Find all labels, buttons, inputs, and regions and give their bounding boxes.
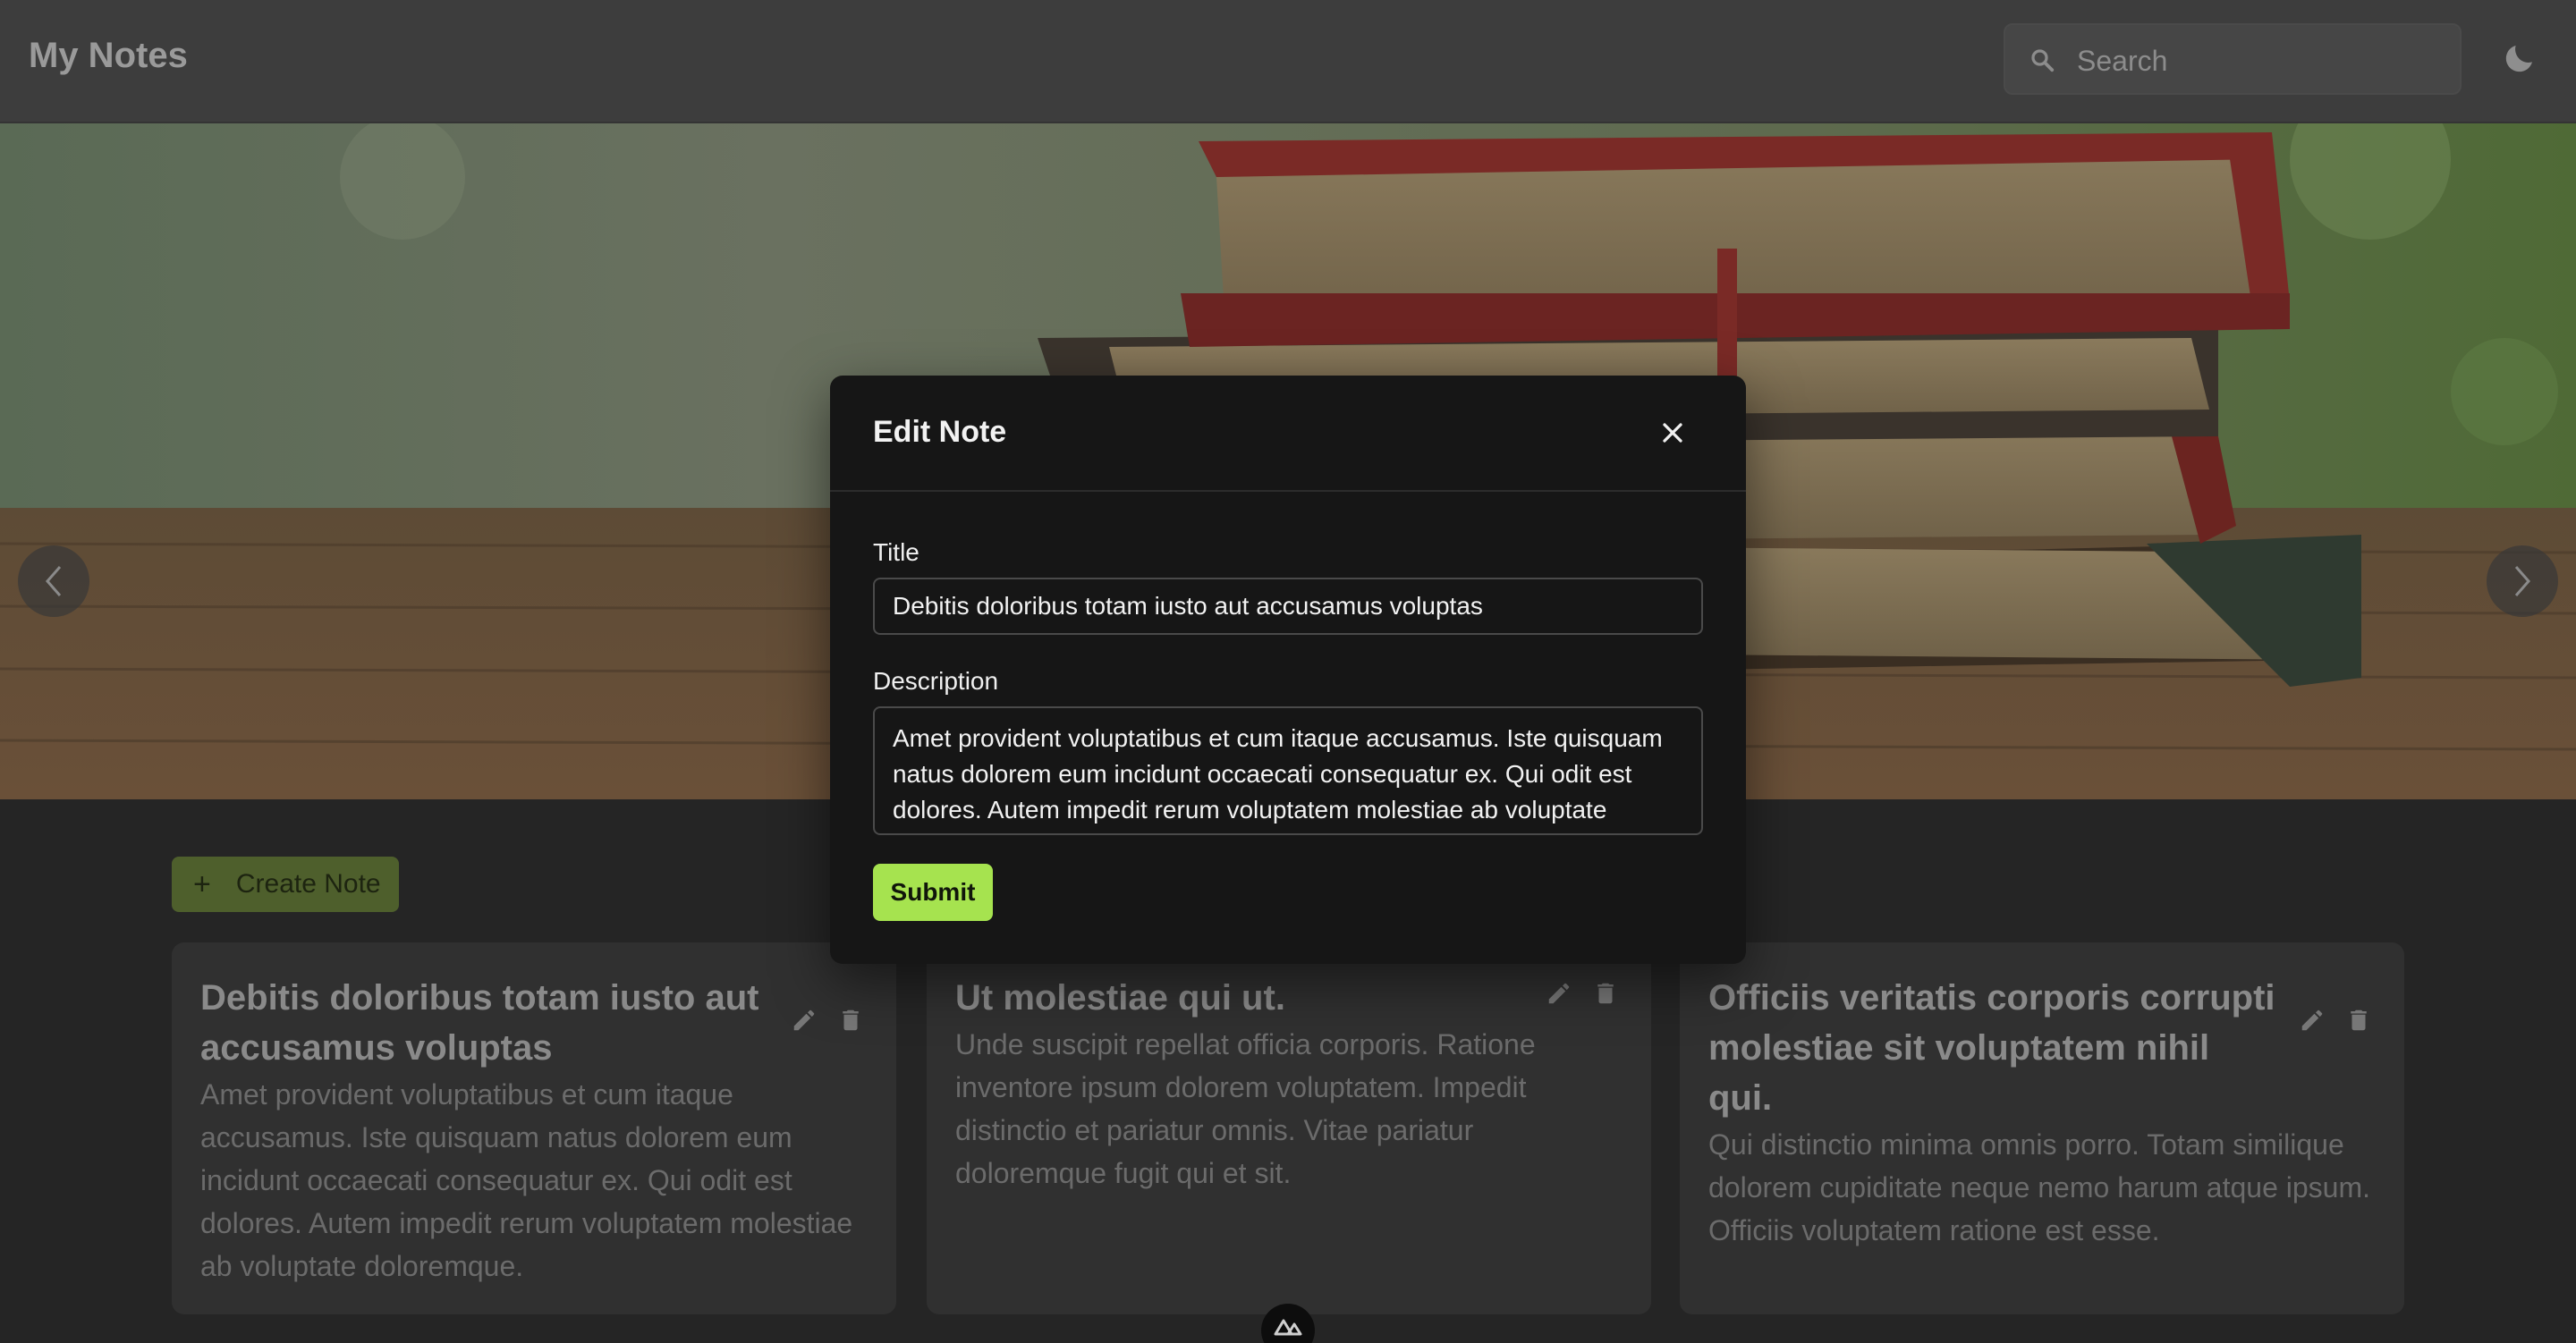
submit-button[interactable]: Submit	[873, 864, 993, 921]
create-note-label: Create Note	[235, 869, 381, 899]
create-note-button[interactable]: + Create Note	[172, 857, 399, 912]
page: My Notes Search + Create Note Debitis do…	[0, 0, 2576, 1343]
note-title: Officiis veritatis corporis corrupti mol…	[1708, 978, 2275, 1118]
search-icon	[2031, 49, 2055, 72]
carousel-prev-button[interactable]	[18, 545, 89, 617]
pencil-icon[interactable]	[791, 1007, 818, 1034]
carousel-next-button[interactable]	[2487, 545, 2558, 617]
title-input-value: Debitis doloribus totam iusto aut accusa…	[893, 592, 1483, 620]
trash-icon[interactable]	[1592, 980, 1619, 1007]
chevron-left-icon	[46, 566, 62, 596]
description-textarea[interactable]: Amet provident voluptatibus et cum itaqu…	[873, 706, 1703, 835]
pencil-icon[interactable]	[1546, 980, 1572, 1007]
moon-icon[interactable]	[2501, 39, 2538, 77]
note-card: Ut molestiae qui ut. Unde suscipit repel…	[927, 942, 1651, 1314]
note-description: Amet provident voluptatibus et cum itaqu…	[200, 1078, 853, 1282]
note-description: Qui distinctio minima omnis porro. Totam…	[1708, 1128, 2370, 1246]
note-actions	[2299, 1007, 2372, 1034]
pencil-icon[interactable]	[2299, 1007, 2326, 1034]
description-label: Description	[873, 667, 999, 695]
trash-icon[interactable]	[837, 1007, 864, 1034]
plus-icon: +	[193, 867, 211, 901]
note-actions	[1546, 980, 1619, 1007]
top-navbar: My Notes Search	[0, 0, 2576, 123]
modal-title: Edit Note	[873, 415, 1007, 449]
edit-note-modal: Edit Note Title Debitis doloribus totam …	[830, 376, 1746, 964]
note-title: Ut molestiae qui ut.	[955, 978, 1285, 1018]
trash-icon[interactable]	[2345, 1007, 2372, 1034]
title-input[interactable]: Debitis doloribus totam iusto aut accusa…	[873, 578, 1703, 635]
note-card: Officiis veritatis corporis corrupti mol…	[1680, 942, 2404, 1314]
note-card: Debitis doloribus totam iusto aut accusa…	[172, 942, 896, 1314]
modal-header: Edit Note	[830, 376, 1746, 492]
chevron-right-icon	[2514, 566, 2530, 596]
title-label: Title	[873, 538, 919, 566]
search-input[interactable]: Search	[2004, 23, 2462, 95]
note-title: Debitis doloribus totam iusto aut accusa…	[200, 978, 759, 1068]
note-description: Unde suscipit repellat officia corporis.…	[955, 1028, 1536, 1189]
note-actions	[791, 1007, 864, 1034]
app-title[interactable]: My Notes	[29, 36, 188, 76]
search-placeholder: Search	[2077, 45, 2168, 77]
nuxt-logo-icon	[1274, 1319, 1302, 1336]
close-icon[interactable]	[1657, 417, 1689, 449]
